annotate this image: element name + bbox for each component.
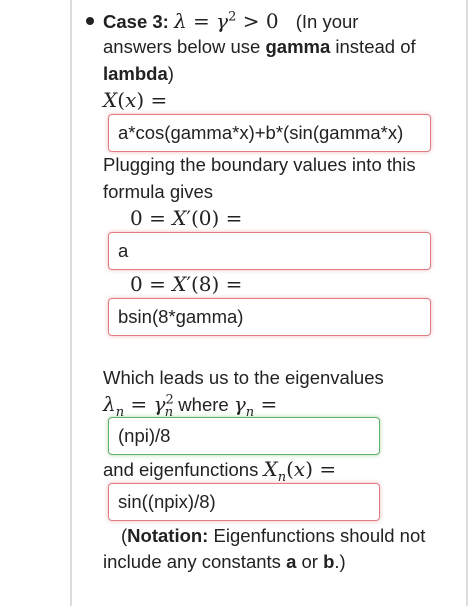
case-heading: Case 3: λ = γ2 > 0 (In your bbox=[103, 8, 358, 35]
notation-const-b: b bbox=[323, 551, 335, 572]
notation-or: or bbox=[296, 551, 324, 572]
eigen-intro: Which leads us to the eigenvalues bbox=[103, 367, 384, 388]
functions-text: and eigenfunctions bbox=[103, 459, 264, 480]
eigenfunction-label: Xn(x) = bbox=[263, 457, 337, 485]
note-text-end: instead of bbox=[330, 36, 416, 57]
gamma-n-label: γn = bbox=[233, 392, 278, 420]
notation-line1: (Notation: Eigenfunctions should not bbox=[121, 523, 425, 549]
page-left-border bbox=[70, 0, 72, 606]
notation-label: Notation: bbox=[127, 525, 209, 546]
eigenvalue-line: λn = γ2n where γn = bbox=[103, 391, 278, 420]
note-gamma: gamma bbox=[265, 36, 331, 57]
eigenfunction-answer-field[interactable]: sin((npix)/8) bbox=[108, 483, 380, 521]
note-text: answers below use bbox=[103, 36, 266, 57]
first-boundary-answer-field[interactable]: a bbox=[108, 232, 431, 270]
eigenvalue-formula: λn = γ2n bbox=[103, 392, 174, 420]
boundary-text-line2: formula gives bbox=[103, 181, 214, 202]
page-right-border bbox=[466, 0, 468, 606]
gamma-n-answer-field[interactable]: (npi)/8 bbox=[108, 417, 380, 455]
solution-answer-field[interactable]: a*cos(gamma*x)+b*(sin(gamma*x) bbox=[108, 114, 431, 152]
notation-text2: include any constants bbox=[103, 551, 287, 572]
notation-const-a: a bbox=[286, 551, 297, 572]
case-note-prefix: (In your bbox=[295, 11, 359, 32]
notation-close: .) bbox=[334, 551, 346, 572]
list-bullet bbox=[86, 17, 94, 25]
case-title: Case 3: bbox=[103, 11, 169, 32]
note-lambda: lambda bbox=[103, 63, 168, 84]
where-text: where bbox=[173, 394, 234, 415]
note-close: ) bbox=[167, 63, 174, 84]
case-note-line3: lambda) bbox=[103, 61, 174, 87]
first-boundary-label: 0 = X′(0) = bbox=[130, 206, 243, 230]
second-boundary-answer-field[interactable]: bsin(8*gamma) bbox=[108, 298, 431, 336]
case-condition: λ = γ2 > 0 bbox=[173, 9, 279, 33]
solution-label: X(x) = bbox=[103, 88, 168, 112]
notation-line2: include any constants a or b.) bbox=[103, 549, 346, 575]
case-note-line2: answers below use gamma instead of bbox=[103, 34, 416, 60]
notation-text1: Eigenfunctions should not bbox=[208, 525, 426, 546]
second-boundary-label: 0 = X′(8) = bbox=[130, 272, 243, 296]
eigenfunction-line: and eigenfunctions Xn(x) = bbox=[103, 456, 337, 485]
boundary-text-line1: Plugging the boundary values into this bbox=[103, 154, 416, 175]
